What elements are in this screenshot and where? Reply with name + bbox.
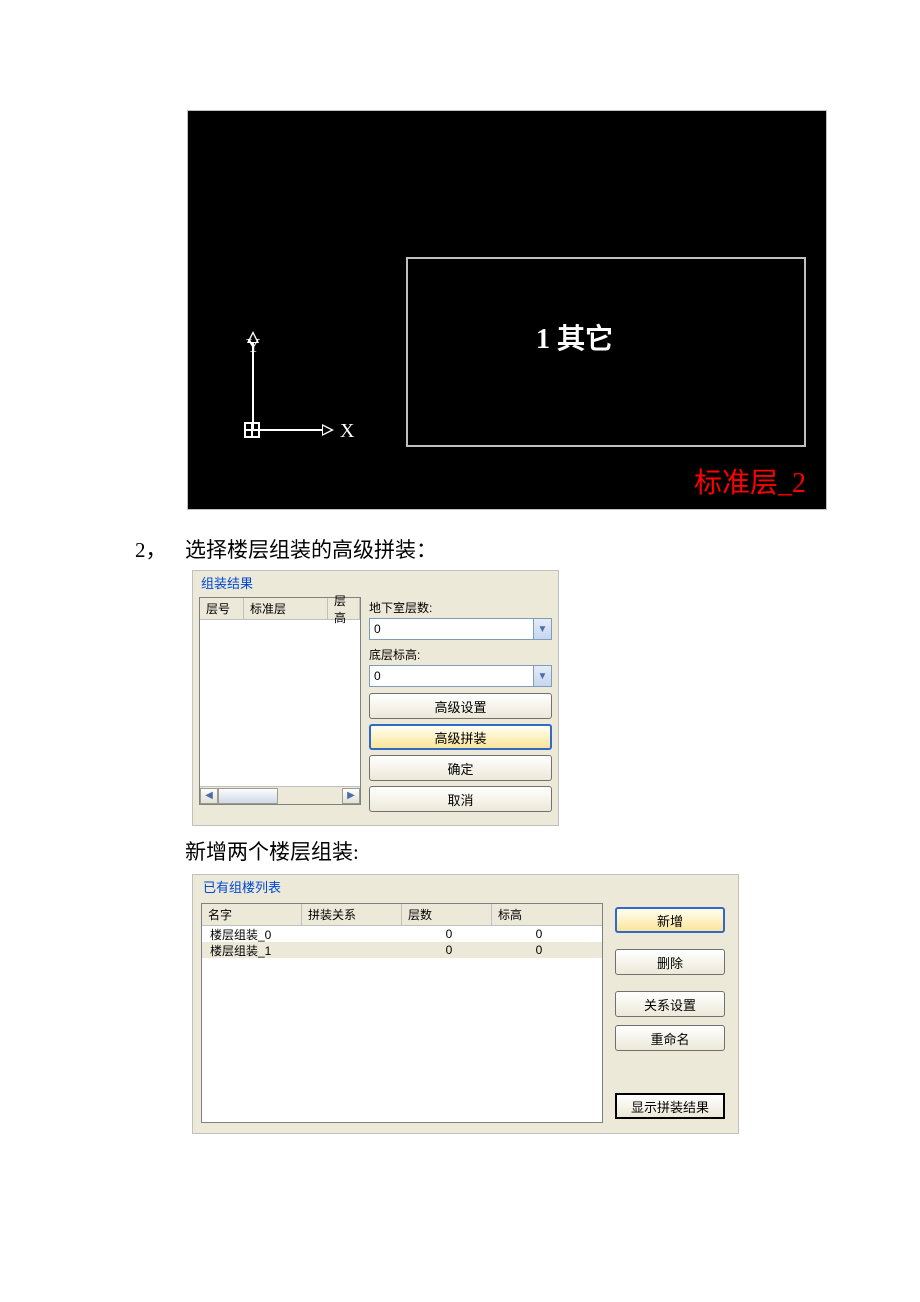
axis-origin [244,422,260,438]
basement-count-label: 地下室层数: [369,599,552,616]
existing-assembly-list[interactable]: 名字 拼装关系 层数 标高 楼层组装_0 0 0 楼层组装_1 0 0 [201,903,603,1123]
step-text: 选择楼层组装的高级拼装： [185,538,437,562]
advanced-assemble-button[interactable]: 高级拼装 [369,724,552,750]
cell-cnt: 0 [404,943,494,957]
cell-name: 楼层组装_1 [204,942,304,959]
list-item[interactable]: 楼层组装_1 0 0 [202,942,602,958]
scroll-right-icon[interactable]: ▶ [342,788,360,804]
col-floor-no: 层号 [200,598,244,619]
col-relation: 拼装关系 [302,904,402,925]
cad-layer-name: 标准层_2 [694,461,806,501]
base-elevation-label: 底层标高: [369,646,552,663]
base-elevation-combo[interactable]: ▼ [369,665,552,687]
ok-button[interactable]: 确定 [369,755,552,781]
col-elevation: 标高 [492,904,602,925]
add-button[interactable]: 新增 [615,907,725,933]
cad-viewport: Y X 1 其它 标准层_2 [187,110,827,510]
axis-x [252,429,324,431]
chevron-down-icon[interactable]: ▼ [534,665,552,687]
axis-y-label: Y [246,335,260,358]
step-2-caption: 2，选择楼层组装的高级拼装： [135,534,920,564]
chevron-down-icon[interactable]: ▼ [534,618,552,640]
show-assembly-result-button[interactable]: 显示拼装结果 [615,1093,725,1119]
cell-name: 楼层组装_0 [204,926,304,943]
horizontal-scrollbar[interactable]: ◀ ▶ [200,786,360,804]
list-body-empty [200,620,360,786]
cell-elev: 0 [494,943,584,957]
cell-elev: 0 [494,927,584,941]
basement-count-input[interactable] [369,618,534,640]
cad-box-label: 1 其它 [536,317,613,357]
advanced-settings-button[interactable]: 高级设置 [369,693,552,719]
groupbox-title-1: 组装结果 [199,576,255,591]
col-floor-count: 层数 [402,904,492,925]
col-name: 名字 [202,904,302,925]
list-header: 名字 拼装关系 层数 标高 [202,904,602,926]
list-item[interactable]: 楼层组装_0 0 0 [202,926,602,942]
cell-cnt: 0 [404,927,494,941]
assembly-result-dialog: 组装结果 层号 标准层 层高 ◀ ▶ 地下室层数: ▼ [192,570,559,826]
existing-assembly-dialog: 已有组楼列表 名字 拼装关系 层数 标高 楼层组装_0 0 0 楼层组装_1 [192,874,739,1134]
list-header: 层号 标准层 层高 [200,598,360,620]
rename-button[interactable]: 重命名 [615,1025,725,1051]
scroll-left-icon[interactable]: ◀ [200,788,218,804]
relation-settings-button[interactable]: 关系设置 [615,991,725,1017]
step-num: 2， [135,534,185,564]
scroll-thumb[interactable] [218,788,278,804]
base-elevation-input[interactable] [369,665,534,687]
scroll-track[interactable] [218,788,342,804]
document-page: Y X 1 其它 标准层_2 2，选择楼层组装的高级拼装： 组装结果 层号 标准… [0,110,920,1134]
add-two-caption: 新增两个楼层组装: [185,836,920,866]
cancel-button[interactable]: 取消 [369,786,552,812]
col-std-floor: 标准层 [244,598,328,619]
groupbox-title-2: 已有组楼列表 [201,880,283,895]
assembly-result-list[interactable]: 层号 标准层 层高 ◀ ▶ [199,597,361,805]
axis-x-label: X [340,420,354,443]
delete-button[interactable]: 删除 [615,949,725,975]
basement-count-combo[interactable]: ▼ [369,618,552,640]
col-floor-height: 层高 [328,598,360,619]
